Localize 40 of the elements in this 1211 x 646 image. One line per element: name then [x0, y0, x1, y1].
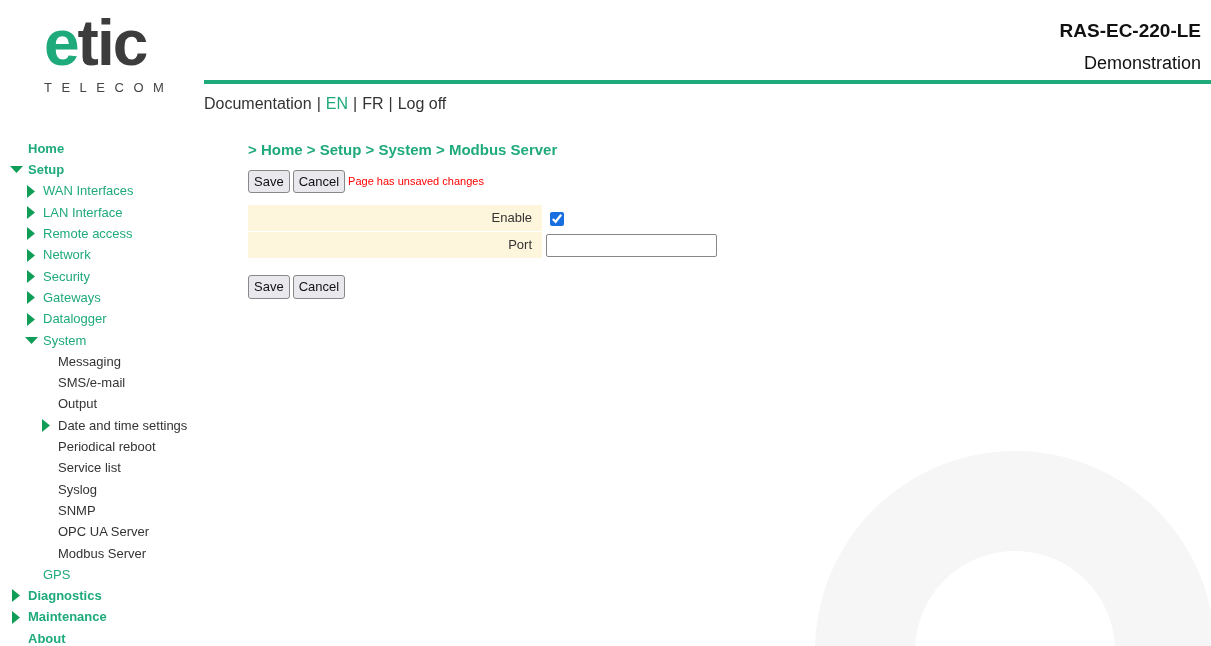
save-button[interactable]: Save	[248, 169, 290, 193]
field-label: Port	[248, 232, 542, 258]
device-name: Demonstration	[1083, 51, 1201, 75]
header-link[interactable]: FR	[362, 92, 384, 116]
sidebar-item[interactable]: Modbus Server	[58, 543, 147, 564]
collapsed-arrow-icon[interactable]	[25, 184, 38, 198]
save-button[interactable]: Save	[248, 275, 290, 299]
header-link[interactable]: Log off	[397, 92, 447, 116]
sidebar-item[interactable]: Messaging	[58, 351, 121, 372]
collapsed-arrow-icon[interactable]	[25, 227, 38, 241]
cancel-button[interactable]: Cancel	[292, 275, 346, 299]
sidebar-item[interactable]: Date and time settings	[58, 415, 188, 436]
device-model: RAS-EC-220-LE	[1059, 19, 1201, 43]
separator-text: |	[316, 94, 321, 114]
enable-checkbox[interactable]	[550, 211, 564, 226]
port-field[interactable]	[546, 233, 717, 257]
cancel-button[interactable]: Cancel	[292, 169, 346, 193]
collapsed-arrow-icon[interactable]	[25, 269, 38, 283]
collapsed-arrow-icon[interactable]	[10, 610, 23, 624]
collapsed-arrow-icon[interactable]	[25, 248, 38, 262]
sidebar-item[interactable]: Periodical reboot	[58, 437, 156, 457]
separator-text: |	[388, 94, 393, 114]
sidebar-item[interactable]: Syslog	[58, 479, 98, 500]
collapsed-arrow-icon[interactable]	[25, 291, 38, 305]
sidebar-item[interactable]: Output	[58, 394, 98, 414]
collapsed-arrow-icon[interactable]	[40, 419, 53, 432]
collapsed-arrow-icon[interactable]	[25, 312, 38, 326]
logo-subtitle: TELECOM	[44, 79, 174, 97]
breadcrumb: > Home > Setup > System > Modbus Server	[248, 140, 558, 160]
sidebar-item[interactable]: OPC UA Server	[58, 522, 150, 542]
header-link[interactable]: Documentation	[204, 92, 312, 116]
sidebar-item[interactable]: Service list	[58, 458, 121, 478]
field-label: Enable	[248, 205, 542, 231]
collapsed-arrow-icon[interactable]	[10, 589, 23, 603]
logo-wordmark: etic	[44, 14, 147, 72]
sidebar-item[interactable]: SNMP	[58, 500, 96, 521]
unsaved-message: Page has unsaved changes	[348, 174, 484, 189]
sidebar-item[interactable]: SMS/e-mail	[58, 373, 126, 393]
separator-text: |	[353, 94, 358, 114]
collapsed-arrow-icon[interactable]	[25, 206, 38, 220]
